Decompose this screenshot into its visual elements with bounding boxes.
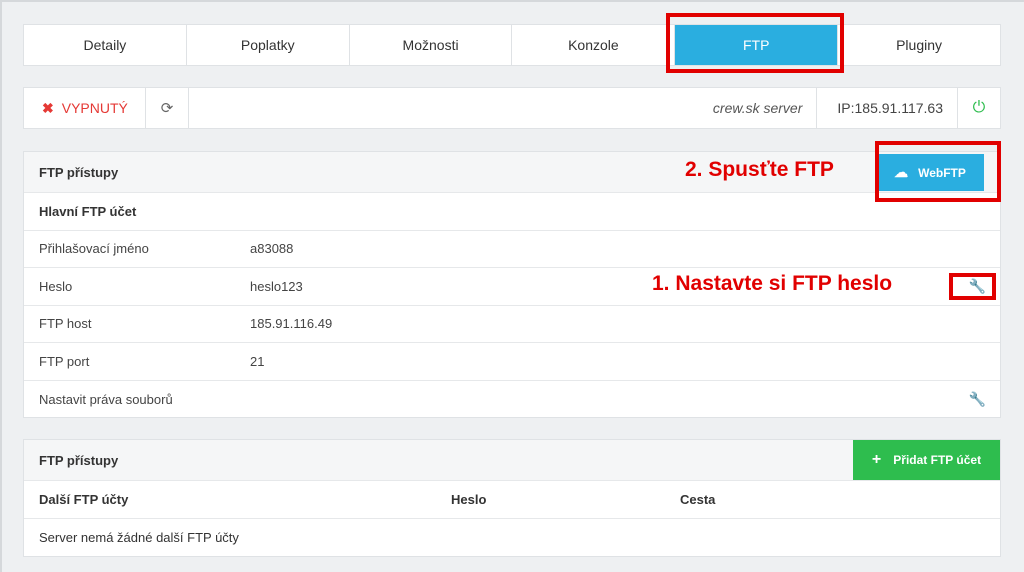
other-ftp-accounts-panel: FTP přístupy + Přidat FTP účet Další FTP…	[23, 439, 1001, 557]
tab-konzole[interactable]: Konzole	[512, 25, 676, 65]
field-label: FTP port	[39, 353, 90, 369]
field-value: 21	[250, 353, 265, 369]
tab-poplatky[interactable]: Poplatky	[187, 25, 350, 65]
tab-bar: Detaily Poplatky Možnosti Konzole FTP Pl…	[23, 24, 1001, 66]
field-label: Přihlašovací jméno	[39, 241, 149, 257]
panel-header: FTP přístupy + Přidat FTP účet	[24, 440, 1000, 481]
panel-header: FTP přístupy ☁ WebFTP	[24, 152, 1000, 193]
field-value: a83088	[250, 241, 294, 257]
table-header: Další FTP účty Heslo Cesta	[24, 481, 1000, 519]
ftp-row-permissions: Nastavit práva souborů 🔧	[24, 381, 1000, 419]
cloud-icon: ☁	[894, 164, 909, 180]
field-label: FTP host	[39, 316, 92, 332]
empty-state: Server nemá žádné další FTP účty	[39, 529, 239, 545]
annotation-step-2: 2. Spusťte FTP	[685, 158, 834, 181]
section-title: Hlavní FTP účet	[24, 193, 1000, 231]
column-header: Heslo	[451, 491, 487, 507]
panel-title: FTP přístupy	[39, 452, 119, 468]
server-ip: IP:185.91.117.63	[817, 88, 958, 128]
power-button[interactable]: ⏻	[958, 88, 1000, 128]
field-value: 185.91.116.49	[250, 316, 333, 332]
ftp-row-port: FTP port 21	[24, 343, 1000, 381]
field-value: heslo123	[250, 278, 303, 294]
server-status-bar: ✖ VYPNUTÝ ⟳ crew.sk server IP:185.91.117…	[23, 87, 1001, 129]
refresh-button[interactable]: ⟳	[146, 88, 189, 128]
tab-pluginy[interactable]: Pluginy	[838, 25, 1000, 65]
field-label: Nastavit práva souborů	[39, 391, 173, 407]
field-label: Heslo	[39, 278, 73, 294]
tab-detaily[interactable]: Detaily	[24, 25, 187, 65]
webftp-button[interactable]: ☁ WebFTP	[876, 154, 984, 191]
tab-moznosti[interactable]: Možnosti	[350, 25, 513, 65]
wrench-icon[interactable]: 🔧	[969, 278, 986, 295]
server-name: crew.sk server	[713, 88, 818, 128]
server-status-badge: ✖ VYPNUTÝ	[24, 88, 146, 128]
ftp-row-host: FTP host 185.91.116.49	[24, 306, 1000, 343]
tab-ftp[interactable]: FTP	[675, 25, 839, 65]
server-status-text: VYPNUTÝ	[61, 100, 128, 116]
panel-title: FTP přístupy	[39, 164, 119, 180]
refresh-icon: ⟳	[160, 100, 174, 117]
power-icon: ⏻	[972, 99, 986, 116]
webftp-label: WebFTP	[918, 165, 966, 180]
close-icon: ✖	[42, 99, 54, 116]
column-header: Cesta	[680, 491, 716, 507]
plus-icon: +	[871, 451, 882, 468]
add-ftp-account-button[interactable]: + Přidat FTP účet	[853, 440, 1000, 480]
column-header: Další FTP účty	[39, 491, 129, 507]
add-ftp-account-label: Přidat FTP účet	[893, 453, 982, 467]
wrench-icon[interactable]: 🔧	[969, 391, 986, 408]
ftp-row-username: Přihlašovací jméno a83088	[24, 231, 1000, 268]
annotation-step-1: 1. Nastavte si FTP heslo	[652, 272, 893, 295]
